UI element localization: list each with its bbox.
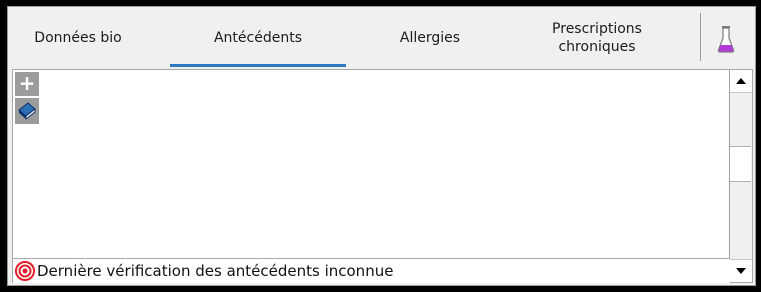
scroll-down-button[interactable] (730, 259, 752, 282)
add-button[interactable]: + (15, 72, 39, 96)
book-icon (18, 102, 36, 120)
left-toolbar: + (13, 70, 42, 258)
target-icon (14, 260, 36, 282)
tab-antecedents[interactable]: Antécédents (170, 7, 346, 69)
book-button[interactable] (15, 98, 39, 124)
status-text: Dernière vérification des antécédents in… (37, 262, 394, 280)
arrow-down-icon (736, 268, 746, 274)
tab-allergies[interactable]: Allergies (380, 7, 480, 69)
content-area: + Dernière vérification des antécédents … (12, 69, 753, 283)
flask-icon (717, 26, 735, 53)
antecedents-list[interactable] (41, 70, 730, 258)
scroll-up-button[interactable] (730, 70, 752, 93)
antecedents-panel: Données bio Antécédents Allergies Prescr… (7, 6, 756, 286)
lab-button[interactable] (708, 21, 744, 57)
tab-label: Données bio (34, 30, 122, 46)
tab-donnees-bio[interactable]: Données bio (18, 7, 138, 69)
tab-label: Allergies (399, 30, 461, 46)
tab-label: Antécédents (213, 30, 303, 46)
tab-prescriptions-chroniques[interactable]: Prescriptions chroniques (532, 7, 662, 69)
arrow-up-icon (736, 78, 746, 84)
vertical-scrollbar[interactable] (729, 70, 752, 282)
verification-status: Dernière vérification des antécédents in… (13, 258, 730, 283)
scroll-thumb[interactable] (730, 146, 751, 182)
tab-label: Prescriptions chroniques (552, 21, 642, 55)
tab-bar: Données bio Antécédents Allergies Prescr… (8, 7, 755, 69)
plus-icon: + (18, 71, 36, 95)
tab-divider (700, 13, 701, 61)
